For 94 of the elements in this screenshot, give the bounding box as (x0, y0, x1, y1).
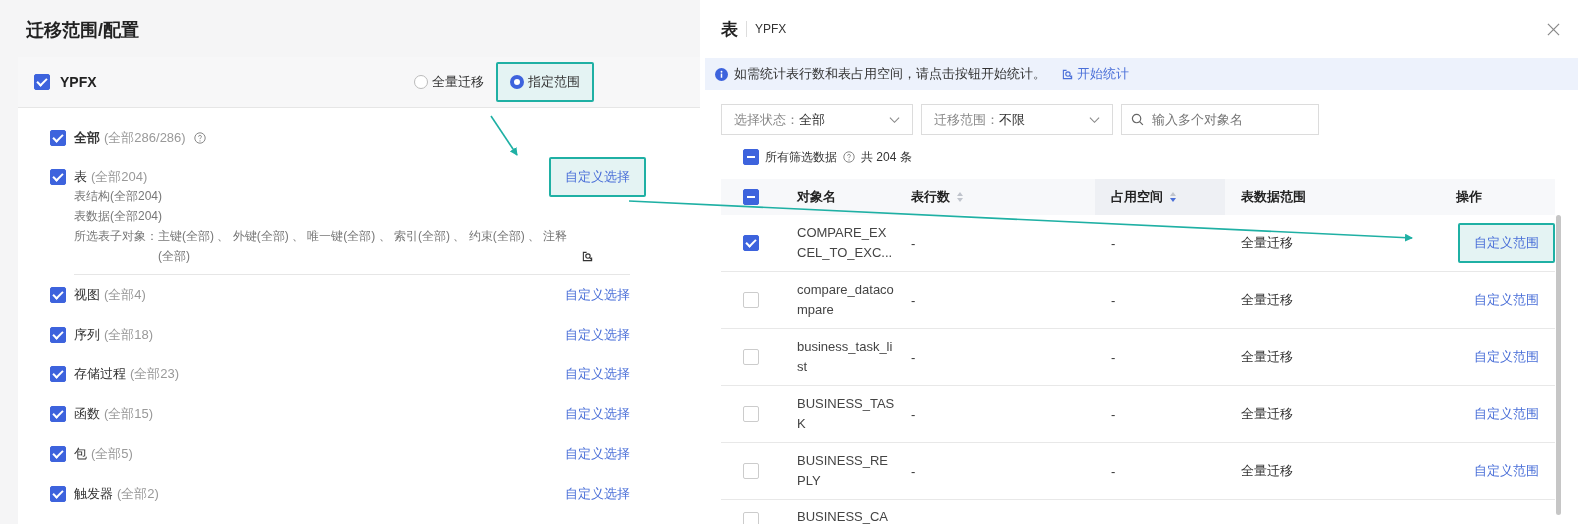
table-cell: - (911, 349, 916, 365)
schema-name: YPFX (60, 74, 97, 90)
table-cell: - (911, 463, 916, 479)
dialog-title: 表 (721, 18, 738, 41)
table-cell: 全量迁移 (1241, 348, 1293, 366)
table-cell: 全量迁移 (1241, 462, 1293, 480)
checkbox[interactable] (50, 286, 66, 303)
table-cell: - (1111, 349, 1116, 365)
item-label: 触发器 (74, 484, 113, 503)
custom-range-link[interactable]: 自定义范围 (1458, 223, 1555, 263)
checkbox[interactable] (743, 189, 759, 205)
scrollbar[interactable] (1556, 215, 1561, 515)
item-label: 存储过程 (74, 365, 126, 384)
custom-select-link[interactable]: 自定义选择 (565, 401, 630, 428)
table-cell: 全量迁移 (1241, 234, 1293, 252)
info-text: 如需统计表行数和表占用空间，请点击按钮开始统计。 (734, 65, 1046, 83)
column-header[interactable]: 对象名 (797, 188, 836, 206)
filter-select[interactable]: 选择状态：全部 (721, 104, 913, 135)
column-header[interactable]: 表数据范围 (1241, 188, 1306, 206)
item-label: 表 (74, 168, 87, 186)
checkbox[interactable] (50, 130, 66, 146)
search-icon[interactable] (582, 251, 593, 262)
item-count: (全部286/286) (104, 129, 186, 147)
sort-icon[interactable] (1169, 191, 1177, 203)
checkbox[interactable] (50, 366, 66, 383)
table-cell: - (1111, 406, 1116, 422)
item-label: 包 (74, 445, 87, 464)
table-cell-text: COMPARE_EXCEL_TO_EXC... (797, 224, 894, 262)
checkbox[interactable] (50, 446, 66, 463)
item-count: (全部15) (104, 405, 154, 424)
custom-range-link[interactable]: 自定义范围 (1474, 287, 1539, 313)
table-cell: - (1111, 235, 1116, 251)
custom-range-link[interactable]: 自定义范围 (1474, 458, 1539, 484)
table-cell: - (911, 235, 916, 251)
radio-option[interactable]: 全量迁移 (406, 62, 492, 102)
item-count: (全部23) (130, 365, 180, 384)
sub-objects-text: 主键(全部) 、 外键(全部) 、 唯一键(全部) 、 索引(全部) 、 约束(全部) 、 注释(全部) (158, 228, 569, 265)
custom-select-link[interactable]: 自定义选择 (565, 480, 630, 507)
item-count: (全部2) (117, 484, 159, 503)
chevron-down-icon[interactable] (889, 115, 900, 124)
annotation-arrow (490, 115, 518, 156)
custom-range-link[interactable]: 自定义范围 (1474, 344, 1539, 370)
item-label: 函数 (74, 405, 100, 424)
item-label: 视图 (74, 285, 100, 304)
item-count: (全部18) (104, 325, 154, 344)
custom-range-link[interactable]: 自定义范围 (1474, 401, 1539, 427)
schema-name: YPFX (755, 22, 787, 36)
search-field[interactable]: 输入多个对象名 (1121, 104, 1319, 135)
item-count: (全部5) (91, 445, 133, 464)
help-icon[interactable] (843, 151, 855, 163)
custom-select-link[interactable]: 自定义选择 (565, 361, 630, 388)
checkbox[interactable] (50, 406, 66, 423)
table-cell: - (1111, 292, 1116, 308)
column-header[interactable]: 操作 (1456, 188, 1482, 206)
table-cell-text: compare_datacompare (797, 281, 895, 319)
close-icon[interactable] (1547, 22, 1560, 36)
detail-text: 表结构(全部204) (74, 188, 163, 205)
search-icon (1131, 113, 1144, 126)
sub-objects-label: 所选表子对象： (74, 228, 158, 245)
table-cell: - (1111, 463, 1116, 479)
item-label: 序列 (74, 325, 100, 344)
help-icon[interactable] (193, 132, 206, 144)
radio-option[interactable]: 指定范围 (496, 62, 594, 102)
panel-title: 迁移范围/配置 (25, 19, 140, 42)
table-cell-text: BUSINESS_CA (797, 508, 890, 524)
checkbox[interactable] (743, 149, 759, 165)
checkbox[interactable] (743, 235, 759, 251)
custom-select-link[interactable]: 自定义选择 (549, 157, 646, 197)
column-header[interactable]: 表行数 (911, 188, 950, 206)
table-cell: 全量迁移 (1241, 405, 1293, 423)
filter-select[interactable]: 迁移范围：不限 (921, 104, 1113, 135)
table-cell-text: business_task_list (797, 338, 894, 376)
item-count: (全部4) (104, 285, 146, 304)
custom-select-link[interactable]: 自定义选择 (565, 321, 630, 348)
select-all-label: 所有筛选数据 (765, 148, 837, 166)
info-icon (715, 67, 728, 81)
detail-text: 表数据(全部204) (74, 208, 163, 225)
table-cell: - (911, 406, 916, 422)
checkbox[interactable] (34, 74, 50, 90)
item-count: (全部204) (91, 168, 148, 186)
checkbox[interactable] (50, 326, 66, 343)
chevron-down-icon[interactable] (1089, 115, 1100, 124)
custom-select-link[interactable]: 自定义选择 (565, 281, 630, 308)
column-header[interactable]: 占用空间 (1111, 188, 1163, 206)
table-cell-text: BUSINESS_REPLY (797, 452, 890, 490)
checkbox[interactable] (50, 169, 66, 185)
start-stats-link[interactable]: 开始统计 (1062, 65, 1129, 83)
table-cell: 全量迁移 (1241, 291, 1293, 309)
table-cell-text: BUSINESS_TASK (797, 395, 895, 433)
total-count: 共 204 条 (861, 148, 912, 166)
item-label: 全部 (74, 129, 100, 147)
table-cell: - (911, 292, 916, 308)
checkbox[interactable] (50, 485, 66, 502)
custom-select-link[interactable]: 自定义选择 (565, 441, 630, 468)
